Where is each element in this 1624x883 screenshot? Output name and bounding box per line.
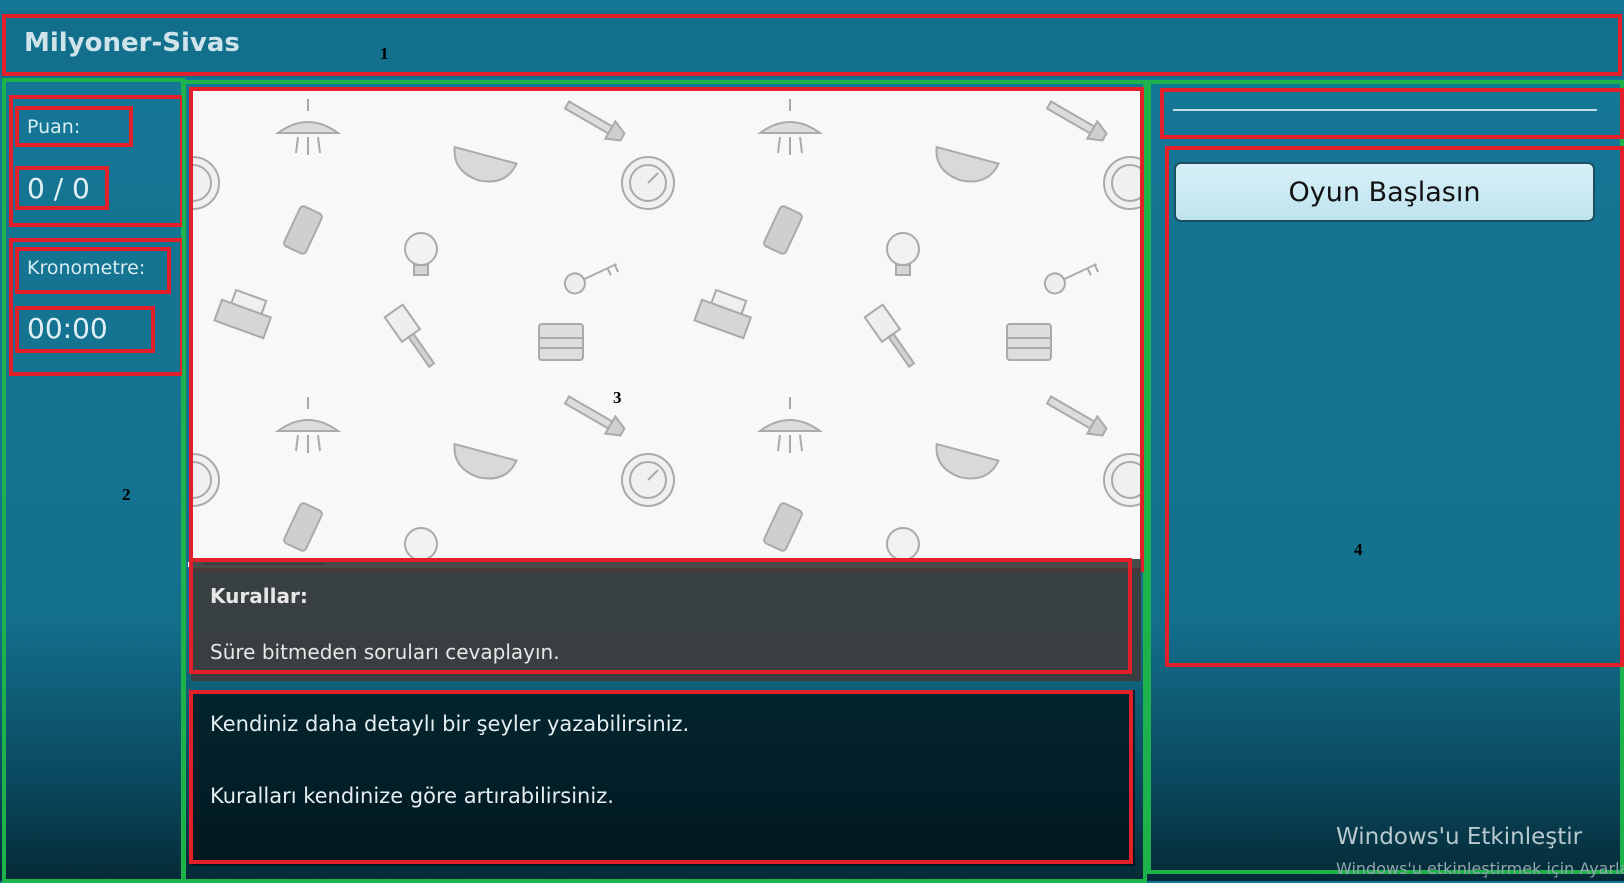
image-outline	[189, 87, 1144, 572]
region-marker-4: 4	[1354, 540, 1363, 559]
timer-value: 00:00	[15, 306, 155, 353]
score-value: 0 / 0	[15, 166, 109, 210]
activation-watermark-subtitle: Windows'u etkinleştirmek için Ayarlar	[1336, 859, 1624, 878]
activation-watermark-title: Windows'u Etkinleştir	[1336, 824, 1583, 850]
region-marker-2: 2	[122, 485, 131, 504]
app-title: Milyoner-Sivas	[24, 28, 240, 58]
score-label: Puan:	[15, 106, 133, 147]
question-divider	[1173, 109, 1597, 111]
info-outline	[189, 690, 1133, 864]
region-1-outline	[2, 14, 1622, 76]
question-header-box	[1160, 88, 1624, 139]
answers-box	[1165, 146, 1624, 667]
timer-label: Kronometre:	[15, 247, 171, 294]
region-marker-1: 1	[380, 44, 389, 63]
start-game-button[interactable]: Oyun Başlasın	[1174, 162, 1595, 222]
region-marker-3: 3	[613, 388, 622, 407]
rules-outline	[189, 558, 1132, 674]
